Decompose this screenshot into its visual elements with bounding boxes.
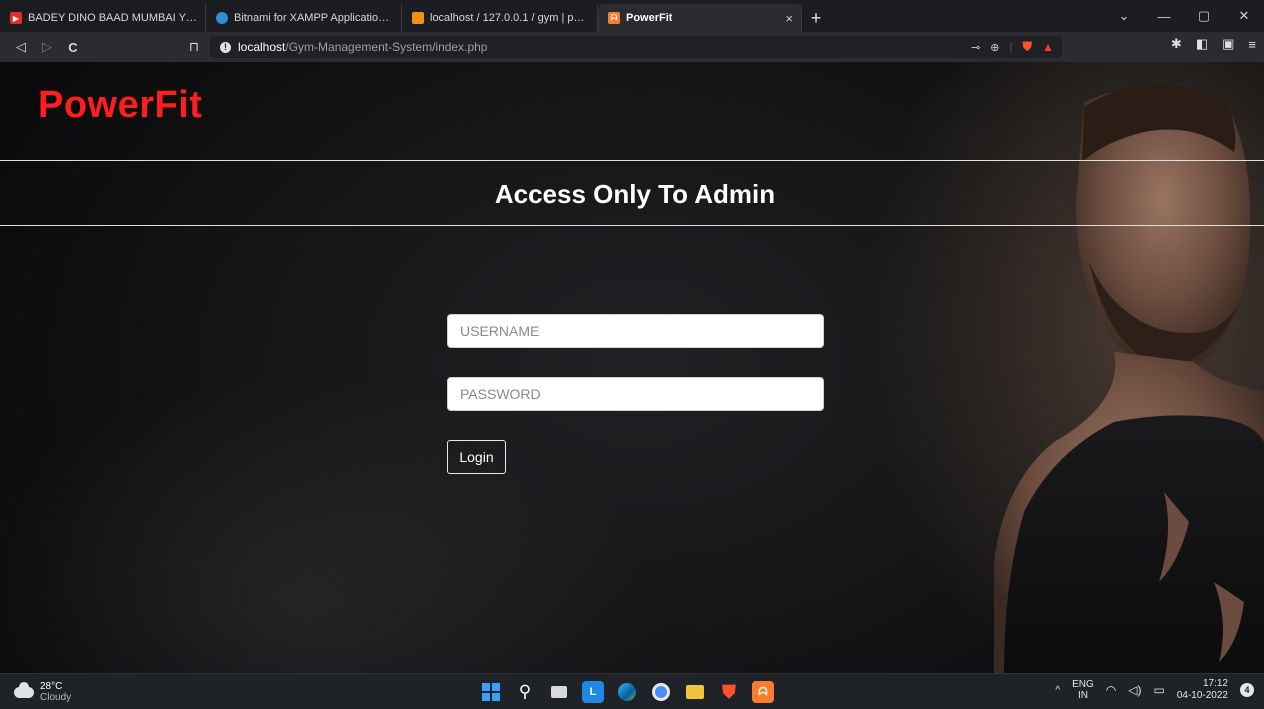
bitnami-icon [216, 12, 228, 24]
brave-rewards-icon[interactable]: ▲ [1042, 40, 1054, 54]
close-tab-icon[interactable]: × [785, 11, 793, 26]
key-icon[interactable]: ⊸ [971, 41, 980, 54]
file-explorer-icon[interactable] [684, 681, 706, 703]
brave-browser-icon[interactable]: ⛊ [718, 681, 740, 703]
extensions-icon[interactable]: ✱ [1171, 36, 1182, 52]
close-window-button[interactable]: ✕ [1224, 0, 1264, 32]
tab-youtube[interactable]: ▶ BADEY DINO BAAD MUMBAI YEH EXP [0, 4, 206, 32]
tab-title: localhost / 127.0.0.1 / gym | phpMyAd [430, 12, 589, 24]
volume-icon[interactable]: ◁) [1128, 683, 1141, 697]
youtube-icon: ▶ [10, 12, 22, 24]
wallet-icon[interactable]: ▣ [1222, 36, 1234, 52]
url-path: /Gym-Management-System/index.php [285, 40, 488, 54]
tab-title: PowerFit [626, 12, 673, 24]
bookmark-icon[interactable]: ⊓ [183, 36, 205, 58]
xampp-icon: ᗣ [608, 12, 620, 24]
page-background: PowerFit Access Only To Admin Login [0, 62, 1264, 673]
brand-logo[interactable]: PowerFit [38, 84, 202, 127]
site-info-icon[interactable]: ! [220, 41, 231, 53]
minimize-button[interactable]: — [1144, 0, 1184, 32]
restore-button[interactable]: ▢ [1184, 0, 1224, 32]
tab-phpmyadmin[interactable]: localhost / 127.0.0.1 / gym | phpMyAd [402, 4, 598, 32]
wifi-icon[interactable]: ◠ [1106, 683, 1116, 697]
app-l-icon[interactable]: L [582, 681, 604, 703]
weather-condition: Cloudy [40, 692, 72, 703]
weather-widget[interactable]: 28°C Cloudy [14, 681, 71, 703]
windows-taskbar: 28°C Cloudy ⚲ L ⛊ ᗣ ^ ENG IN ◠ ◁) ▭ 17:1… [0, 673, 1264, 709]
battery-icon[interactable]: ▭ [1154, 683, 1165, 697]
tab-powerfit[interactable]: ᗣ PowerFit × [598, 4, 802, 32]
phpmyadmin-icon [412, 12, 424, 24]
login-button[interactable]: Login [447, 440, 506, 474]
clock-date: 04-10-2022 [1176, 690, 1228, 701]
task-view-icon[interactable] [548, 681, 570, 703]
divider-bottom [0, 225, 1264, 226]
brave-shields-icon[interactable]: ⛊ [1022, 39, 1032, 55]
tab-search-icon[interactable]: ⌄ [1104, 0, 1144, 32]
tab-title: BADEY DINO BAAD MUMBAI YEH EXP [28, 12, 197, 24]
username-input[interactable] [447, 314, 824, 348]
tray-overflow-icon[interactable]: ^ [1055, 685, 1060, 696]
cloud-icon [14, 681, 34, 698]
password-input[interactable] [447, 377, 824, 411]
sidebar-icon[interactable]: ◧ [1196, 36, 1208, 52]
tab-title: Bitnami for XAMPP Application Modu [234, 12, 393, 24]
url-host: localhost [238, 40, 286, 54]
back-icon[interactable]: ◁ [10, 36, 32, 58]
system-clock[interactable]: 17:12 04-10-2022 [1177, 678, 1228, 702]
browser-tab-strip: ▶ BADEY DINO BAAD MUMBAI YEH EXP Bitnami… [0, 0, 1264, 32]
zoom-icon[interactable]: ⊕ [990, 41, 999, 54]
weather-temperature: 28°C [40, 681, 63, 692]
clock-time: 17:12 [1202, 678, 1228, 689]
forward-icon[interactable]: ▷ [36, 36, 58, 58]
region-code: IN [1077, 690, 1088, 701]
windows-start-icon[interactable] [480, 681, 502, 703]
search-icon[interactable]: ⚲ [514, 681, 536, 703]
browser-toolbar: ◁ ▷ C ⊓ ! localhost /Gym-Management-Syst… [0, 32, 1264, 62]
language-indicator[interactable]: ENG IN [1072, 679, 1094, 701]
new-tab-button[interactable]: + [802, 4, 830, 32]
page-title: Access Only To Admin [494, 179, 776, 209]
fitness-model-image [994, 85, 1264, 673]
edge-icon[interactable] [616, 681, 638, 703]
tab-bitnami[interactable]: Bitnami for XAMPP Application Modu [206, 4, 402, 32]
reload-icon[interactable]: C [62, 36, 84, 58]
divider-top [0, 160, 1264, 161]
notification-badge[interactable]: 4 [1240, 683, 1254, 697]
menu-icon[interactable]: ≡ [1248, 37, 1256, 52]
address-bar[interactable]: ! localhost /Gym-Management-System/index… [210, 36, 1062, 58]
chrome-icon[interactable] [650, 681, 672, 703]
xampp-taskbar-icon[interactable]: ᗣ [752, 681, 774, 703]
language-code: ENG [1072, 679, 1094, 690]
